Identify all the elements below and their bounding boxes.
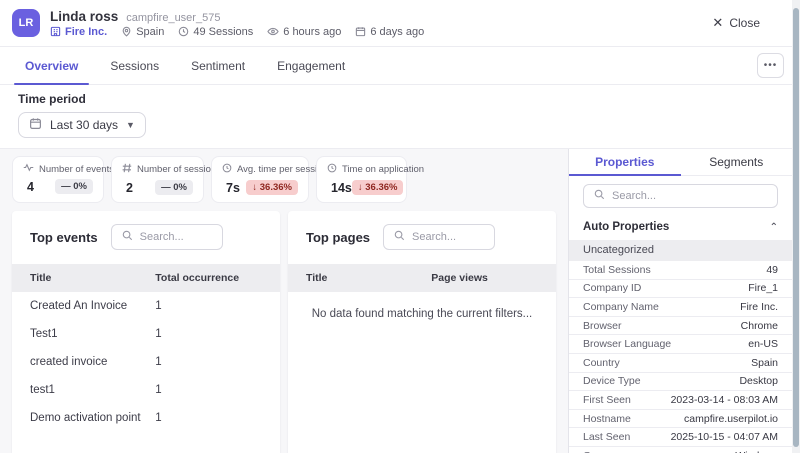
location-pin-icon [121, 26, 132, 37]
sidebar-tabs: Properties Segments [569, 149, 792, 176]
properties-search-input[interactable] [612, 190, 767, 202]
building-icon [50, 26, 61, 37]
auto-properties-header[interactable]: Auto Properties ⌃ [569, 215, 792, 240]
main-area: Number of events 4 — 0% Number of sessio… [0, 149, 800, 453]
time-period-select[interactable]: Last 30 days ▼ [18, 112, 146, 138]
time-period-section: Time period Last 30 days ▼ [0, 85, 800, 149]
uncategorized-group-header: Uncategorized [569, 240, 792, 261]
more-options-button[interactable]: ••• [757, 53, 784, 78]
property-row: Country Spain [569, 354, 792, 373]
activity-icon [23, 163, 34, 175]
top-events-search-input[interactable] [139, 231, 212, 243]
arrow-down-icon: ↓ [252, 182, 258, 193]
profile-header: LR Linda ross campfire_user_575 Fire Inc… [0, 0, 800, 47]
chevron-up-icon: ⌃ [769, 221, 778, 233]
ellipsis-icon: ••• [763, 60, 778, 71]
table-row[interactable]: Created An Invoice 1 [12, 292, 280, 320]
vertical-scrollbar[interactable] [792, 0, 800, 453]
name-row: Linda ross campfire_user_575 [50, 9, 424, 24]
user-id: campfire_user_575 [126, 11, 221, 24]
arrow-down-icon: ↓ [357, 182, 363, 193]
top-pages-panel: Top pages Title Page views No data found… [288, 211, 556, 453]
user-name: Linda ross [50, 8, 119, 24]
change-badge: — 0% [55, 179, 93, 194]
clock-icon [327, 163, 337, 176]
change-badge: ↓ 36.36% [246, 180, 298, 195]
table-row[interactable]: test1 1 [12, 376, 280, 404]
top-events-table-header: Title Total occurrence [12, 264, 280, 292]
property-row: Os Windows [569, 447, 792, 453]
eye-icon [267, 26, 279, 37]
time-period-label: Time period [18, 92, 86, 106]
property-row: Device Type Desktop [569, 373, 792, 392]
metric-card-sessions: Number of sessions 2 — 0% [111, 156, 221, 203]
top-events-title: Top events [30, 229, 98, 245]
location-meta: Spain [121, 26, 164, 38]
signed-up-meta: 6 days ago [355, 26, 424, 38]
empty-state-message: No data found matching the current filte… [311, 308, 533, 320]
user-profile-panel: LR Linda ross campfire_user_575 Fire Inc… [0, 0, 800, 453]
hash-icon [122, 163, 132, 176]
change-badge: — 0% [155, 180, 193, 195]
tab-sessions[interactable]: Sessions [99, 47, 170, 84]
top-pages-table-header: Title Page views [288, 264, 556, 292]
flat-icon: — [161, 182, 171, 193]
property-row: Total Sessions 49 [569, 261, 792, 280]
time-period-value: Last 30 days [50, 118, 119, 132]
main-tabs: Overview Sessions Sentiment Engagement •… [0, 47, 800, 85]
overview-content: Number of events 4 — 0% Number of sessio… [0, 149, 568, 453]
metric-value: 2 [126, 180, 133, 195]
clock-icon [178, 26, 189, 37]
tab-segments[interactable]: Segments [681, 149, 793, 175]
properties-search[interactable] [583, 184, 778, 208]
tab-sentiment[interactable]: Sentiment [180, 47, 256, 84]
table-row[interactable]: created invoice 1 [12, 348, 280, 376]
clock-icon [222, 163, 232, 176]
metric-card-time-on-app: Time on application 14s ↓ 36.36% [316, 156, 424, 203]
flat-icon: — [61, 181, 71, 192]
metric-value: 7s [226, 180, 240, 195]
property-row: Browser Chrome [569, 317, 792, 336]
tab-overview[interactable]: Overview [14, 47, 90, 85]
property-row: Company ID Fire_1 [569, 280, 792, 299]
metric-value: 4 [27, 179, 34, 194]
properties-sidebar: Properties Segments Auto Properties ⌃ Un… [568, 149, 792, 453]
table-row[interactable]: Demo activation point 1 [12, 404, 280, 432]
property-row: First Seen 2023-03-14 - 08:03 AM [569, 391, 792, 410]
metric-value: 14s [331, 180, 352, 195]
top-pages-search-input[interactable] [412, 231, 485, 243]
last-active-meta: 6 hours ago [267, 26, 341, 38]
calendar-icon [29, 117, 42, 133]
metric-card-events: Number of events 4 — 0% [12, 156, 114, 203]
change-badge: ↓ 36.36% [351, 180, 404, 195]
search-icon [594, 189, 605, 203]
property-row: Company Name Fire Inc. [569, 298, 792, 317]
property-row: Hostname campfire.userpilot.io [569, 410, 792, 429]
scrollbar-thumb[interactable] [793, 8, 799, 447]
search-icon [394, 230, 405, 244]
metric-cards: Number of events 4 — 0% Number of sessio… [0, 149, 568, 203]
calendar-icon [355, 26, 366, 37]
meta-row: Fire Inc. Spain 49 Sessions 6 hours ago … [50, 26, 424, 38]
close-button[interactable]: ✕ Close [712, 15, 760, 31]
tab-properties[interactable]: Properties [569, 149, 681, 176]
property-row: Browser Language en-US [569, 335, 792, 354]
property-row: Last Seen 2025-10-15 - 04:07 AM [569, 428, 792, 447]
company-link[interactable]: Fire Inc. [50, 26, 107, 38]
header-info: Linda ross campfire_user_575 Fire Inc. S… [50, 9, 424, 38]
avatar: LR [12, 9, 40, 37]
top-events-search[interactable] [110, 224, 223, 250]
sessions-meta: 49 Sessions [178, 26, 253, 38]
metric-card-avg-time: Avg. time per session 7s ↓ 36.36% [211, 156, 328, 203]
top-pages-title: Top pages [306, 229, 371, 245]
chevron-down-icon: ▼ [126, 120, 135, 130]
table-row[interactable]: Test1 1 [12, 320, 280, 348]
search-icon [122, 230, 133, 244]
close-icon: ✕ [712, 15, 724, 30]
top-events-panel: Top events Title Total occurrence Create… [12, 211, 280, 453]
panels-row: Top events Title Total occurrence Create… [0, 203, 568, 453]
top-pages-search[interactable] [383, 224, 496, 250]
tab-engagement[interactable]: Engagement [266, 47, 356, 84]
